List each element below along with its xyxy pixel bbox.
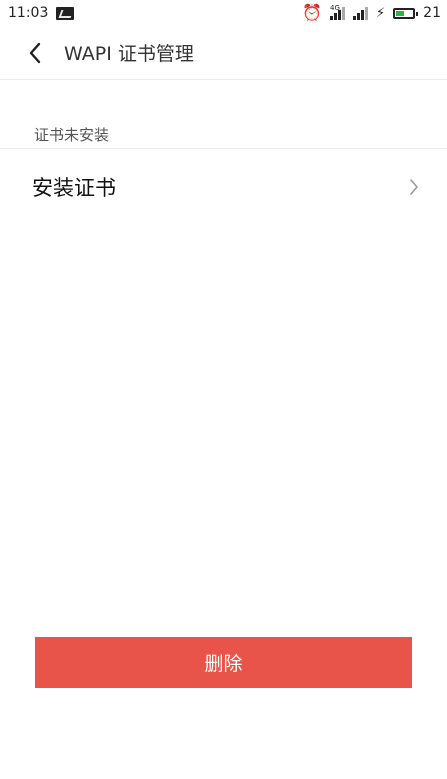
back-button[interactable]	[14, 26, 56, 80]
battery-fill	[396, 10, 405, 16]
section-header: 证书未安装	[34, 126, 110, 144]
signal-4g-icon: 4G	[330, 3, 346, 20]
charging-bolt-icon: ⚡	[376, 5, 386, 21]
status-bar: 11:03 ⏰ 4G ⚡ 21	[0, 0, 447, 26]
install-certificate-item[interactable]: 安装证书	[0, 149, 447, 225]
page-title: WAPI 证书管理	[64, 43, 194, 65]
status-right: ⏰ 4G ⚡ 21	[302, 3, 441, 22]
battery-level: 21	[423, 5, 441, 21]
chevron-right-icon	[410, 179, 418, 195]
delete-button[interactable]: 删除	[35, 637, 412, 688]
signal-icon	[353, 6, 369, 20]
alarm-icon: ⏰	[302, 3, 323, 22]
status-left: 11:03	[8, 5, 75, 21]
battery-icon	[393, 7, 419, 19]
status-time: 11:03	[8, 5, 49, 21]
chevron-left-icon	[29, 42, 41, 63]
list-item-label: 安装证书	[32, 176, 116, 200]
network-tag: 4G	[330, 3, 340, 12]
app-header: WAPI 证书管理	[0, 26, 447, 80]
image-notification-icon	[56, 6, 75, 20]
